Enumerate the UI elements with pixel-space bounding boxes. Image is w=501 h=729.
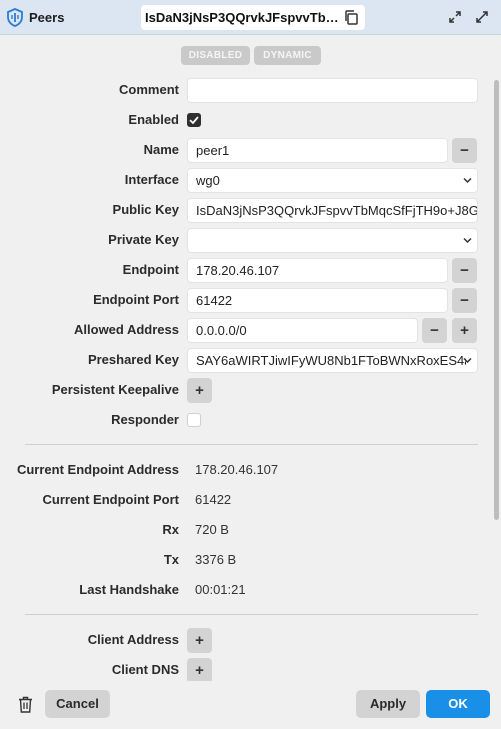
name-value: peer1 [196, 143, 230, 158]
form-scroll-area[interactable]: DISABLED DYNAMIC Comment Enabled Name pe… [0, 36, 501, 681]
tx-value: 3376 B [195, 552, 237, 567]
interface-value: wg0 [196, 173, 220, 188]
allowed-address-value: 0.0.0.0/0 [196, 323, 247, 338]
endpoint-label: Endpoint [122, 262, 179, 277]
name-field[interactable]: peer1 [187, 138, 448, 163]
allowed-address-add-button[interactable]: + [452, 318, 477, 343]
public-key-field[interactable]: IsDaN3jNsP3QQrvkJFspvvTbMqcSfFjTH9o+J8GD… [187, 198, 478, 223]
title-public-key-text: IsDaN3jNsP3QQrvkJFspvvTbMqcSfFjTH9o+J8GD… [145, 10, 340, 25]
endpoint-value: 178.20.46.107 [196, 263, 280, 278]
window-title: Peers [29, 10, 65, 25]
client-address-label: Client Address [87, 632, 179, 647]
endpoint-field[interactable]: 178.20.46.107 [187, 258, 448, 283]
client-address-add-button[interactable]: + [187, 628, 212, 653]
private-key-label: Private Key [108, 232, 179, 247]
interface-label: Interface [124, 172, 179, 187]
public-key-label: Public Key [112, 202, 179, 217]
status-badge-dynamic: DYNAMIC [254, 46, 321, 65]
status-badge-disabled: DISABLED [181, 46, 250, 65]
chevron-down-icon [463, 237, 472, 244]
private-key-select[interactable] [187, 228, 478, 253]
responder-checkbox[interactable] [187, 413, 201, 427]
allowed-address-label: Allowed Address [74, 322, 179, 337]
cancel-button[interactable]: Cancel [45, 690, 110, 718]
current-endpoint-port-value: 61422 [195, 492, 232, 507]
last-handshake-value: 00:01:21 [195, 582, 246, 597]
form-content: DISABLED DYNAMIC Comment Enabled Name pe… [0, 36, 501, 681]
endpoint-port-field[interactable]: 61422 [187, 288, 448, 313]
rx-label: Rx [162, 522, 179, 537]
comment-field[interactable] [187, 78, 478, 103]
current-endpoint-address-label: Current Endpoint Address [16, 462, 179, 477]
maximize-icon[interactable] [475, 10, 489, 24]
divider [25, 614, 478, 615]
title-public-key-field[interactable]: IsDaN3jNsP3QQrvkJFspvvTbMqcSfFjTH9o+J8GD… [141, 5, 365, 30]
endpoint-remove-button[interactable]: − [452, 258, 477, 283]
footer: Cancel Apply OK [0, 681, 501, 729]
current-endpoint-port-label: Current Endpoint Port [42, 492, 180, 507]
copy-icon[interactable] [344, 10, 358, 25]
persistent-keepalive-add-button[interactable]: + [187, 378, 212, 403]
preshared-key-label: Preshared Key [87, 352, 179, 367]
name-label: Name [143, 142, 179, 157]
tx-label: Tx [163, 552, 179, 567]
allowed-address-field[interactable]: 0.0.0.0/0 [187, 318, 418, 343]
responder-label: Responder [111, 412, 179, 427]
restore-icon[interactable] [448, 10, 462, 24]
shield-icon [7, 8, 23, 27]
current-endpoint-address-value: 178.20.46.107 [195, 462, 279, 477]
peers-window: Peers IsDaN3jNsP3QQrvkJFspvvTbMqcSfFjTH9… [0, 0, 501, 729]
title-bar: Peers IsDaN3jNsP3QQrvkJFspvvTbMqcSfFjTH9… [0, 0, 501, 35]
endpoint-port-remove-button[interactable]: − [452, 288, 477, 313]
preshared-key-value: SAY6aWIRTJiwIFyWU8Nb1FToBWNxRoxES4aS9u2 [196, 353, 466, 368]
chevron-down-icon [463, 357, 472, 364]
public-key-value: IsDaN3jNsP3QQrvkJFspvvTbMqcSfFjTH9o+J8GD… [196, 203, 477, 218]
chevron-down-icon [463, 177, 472, 184]
endpoint-port-label: Endpoint Port [93, 292, 179, 307]
divider [25, 444, 478, 445]
enabled-checkbox[interactable] [187, 113, 201, 127]
client-dns-label: Client DNS [111, 662, 179, 677]
interface-select[interactable]: wg0 [187, 168, 478, 193]
client-dns-add-button[interactable]: + [187, 658, 212, 681]
ok-button[interactable]: OK [426, 690, 490, 718]
endpoint-port-value: 61422 [196, 293, 233, 308]
trash-icon[interactable] [18, 696, 33, 713]
persistent-keepalive-label: Persistent Keepalive [51, 382, 179, 397]
last-handshake-label: Last Handshake [79, 582, 179, 597]
rx-value: 720 B [195, 522, 229, 537]
preshared-key-select[interactable]: SAY6aWIRTJiwIFyWU8Nb1FToBWNxRoxES4aS9u2 [187, 348, 478, 373]
name-remove-button[interactable]: − [452, 138, 477, 163]
check-icon [189, 116, 199, 125]
apply-button[interactable]: Apply [356, 690, 420, 718]
enabled-label: Enabled [128, 112, 179, 127]
comment-label: Comment [119, 82, 179, 97]
allowed-address-remove-button[interactable]: − [422, 318, 447, 343]
scrollbar[interactable] [494, 80, 499, 520]
